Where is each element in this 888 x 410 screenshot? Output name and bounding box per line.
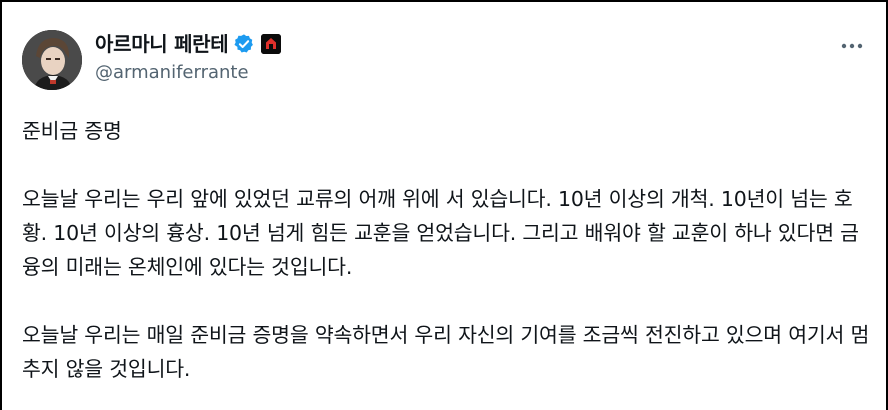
tweet-text: 준비금 증명 오늘날 우리는 우리 앞에 있었던 교류의 어깨 위에 서 있습니… <box>22 114 872 386</box>
avatar[interactable] <box>22 30 82 90</box>
display-name[interactable]: 아르마니 페란테 <box>95 30 229 58</box>
avatar-portrait-icon <box>22 30 82 90</box>
affiliate-badge-icon[interactable] <box>261 34 282 54</box>
author-names: 아르마니 페란테 @armaniferrante <box>95 30 282 85</box>
tweet-header: 아르마니 페란테 @armaniferrante <box>2 2 886 102</box>
tweet-title: 준비금 증명 <box>22 119 122 143</box>
more-options-button[interactable] <box>838 36 866 56</box>
tweet-card: 아르마니 페란테 @armaniferrante 준비금 증명 오늘날 우리는 … <box>2 2 886 410</box>
tweet-paragraph: 오늘날 우리는 우리 앞에 있었던 교류의 어깨 위에 서 있습니다. 10년 … <box>22 187 859 279</box>
verified-badge-icon[interactable] <box>233 33 255 55</box>
tweet-paragraph: 오늘날 우리는 매일 준비금 증명을 약속하면서 우리 자신의 기여를 조금씩 … <box>22 323 870 381</box>
user-handle[interactable]: @armaniferrante <box>95 61 281 85</box>
more-options-icon <box>841 43 863 49</box>
display-name-row: 아르마니 페란테 <box>95 30 282 58</box>
